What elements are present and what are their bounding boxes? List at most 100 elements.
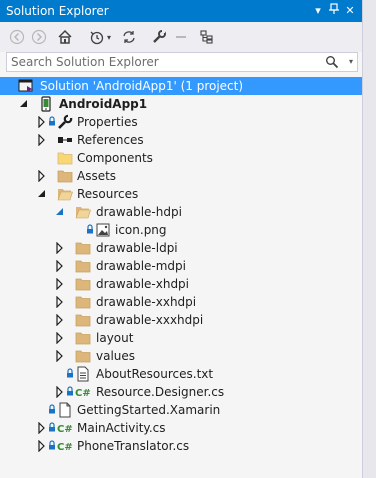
tree-node-label: Assets	[77, 169, 117, 183]
expanded-arrow-icon[interactable]	[55, 206, 65, 218]
folder-icon	[75, 296, 91, 309]
close-icon[interactable]: ✕	[342, 3, 358, 19]
tree-node-values[interactable]: values	[0, 347, 362, 365]
folder-icon	[75, 242, 91, 255]
tree-node-resources[interactable]: Resources	[0, 185, 362, 203]
tree-node-label: GettingStarted.Xamarin	[77, 403, 221, 417]
tree-node-label: layout	[96, 331, 134, 345]
collapsed-arrow-icon[interactable]	[55, 278, 65, 290]
collapsed-arrow-icon[interactable]	[55, 296, 65, 308]
lock-icon	[67, 368, 73, 378]
tree-node-drawable-ldpi[interactable]: drawable-ldpi	[0, 239, 362, 257]
lock-icon	[49, 422, 55, 432]
folder-icon	[75, 350, 91, 363]
tree-node-resource-designer[interactable]: C# Resource.Designer.cs	[0, 383, 362, 401]
folder-icon	[57, 170, 73, 183]
title-bar: Solution Explorer ▾ ✕	[0, 0, 362, 22]
collapse-all-icon[interactable]	[172, 28, 190, 46]
tree-node-label: MainActivity.cs	[77, 421, 166, 435]
search-input[interactable]	[7, 53, 331, 71]
tree-node-drawable-hdpi[interactable]: drawable-hdpi	[0, 203, 362, 221]
open-folder-icon	[57, 189, 73, 201]
lock-icon	[49, 440, 55, 450]
tree-node-solution[interactable]: Solution 'AndroidApp1' (1 project)	[0, 77, 362, 95]
collapsed-arrow-icon[interactable]	[55, 332, 65, 344]
collapsed-arrow-icon[interactable]	[55, 260, 65, 272]
tree-node-drawable-xhdpi[interactable]: drawable-xhdpi	[0, 275, 362, 293]
collapsed-arrow-icon[interactable]	[55, 386, 65, 398]
file-icon	[59, 402, 71, 418]
csharp-file-icon: C#	[57, 424, 73, 435]
collapsed-arrow-icon[interactable]	[37, 116, 47, 128]
svg-text:C#: C#	[75, 388, 91, 399]
window-title: Solution Explorer	[6, 4, 109, 18]
history-dropdown-icon[interactable]: ▾	[104, 28, 114, 46]
tree-node-about-resources[interactable]: AboutResources.txt	[0, 365, 362, 383]
forward-icon[interactable]	[30, 28, 48, 46]
tree-node-properties[interactable]: Properties	[0, 113, 362, 131]
properties-wrench-icon[interactable]	[150, 28, 168, 46]
tree-node-label: AndroidApp1	[59, 97, 148, 111]
pin-icon[interactable]	[326, 3, 342, 19]
expanded-arrow-icon[interactable]	[37, 188, 47, 200]
tree-node-label: drawable-mdpi	[96, 259, 186, 273]
tree-node-label: Resource.Designer.cs	[96, 385, 225, 399]
collapsed-arrow-icon[interactable]	[37, 170, 47, 182]
search-options-dropdown-icon[interactable]: ▾	[349, 55, 353, 69]
tree-node-label: drawable-xhdpi	[96, 277, 190, 291]
collapsed-arrow-icon[interactable]	[37, 440, 47, 452]
collapsed-arrow-icon[interactable]	[37, 134, 47, 146]
lock-icon	[87, 224, 93, 234]
android-project-icon	[41, 96, 51, 112]
tree-node-drawable-xxxhdpi[interactable]: drawable-xxxhdpi	[0, 311, 362, 329]
tree-node-label: Properties	[77, 115, 138, 129]
tree-node-label: drawable-xxxhdpi	[96, 313, 204, 327]
tree-node-label: drawable-ldpi	[96, 241, 178, 255]
image-file-icon	[96, 223, 110, 237]
tree-node-getting-started[interactable]: GettingStarted.Xamarin	[0, 401, 362, 419]
tree-node-phone-translator[interactable]: C# PhoneTranslator.cs	[0, 437, 362, 455]
open-folder-icon	[75, 207, 91, 219]
search-box: ▾	[6, 52, 358, 72]
tree-node-project[interactable]: AndroidApp1	[0, 95, 362, 113]
csharp-file-icon: C#	[57, 442, 73, 453]
tree-node-drawable-mdpi[interactable]: drawable-mdpi	[0, 257, 362, 275]
collapsed-arrow-icon[interactable]	[37, 422, 47, 434]
sync-icon[interactable]	[120, 28, 138, 46]
solution-explorer-window: Solution Explorer ▾ ✕ ▾ Search Solution …	[0, 0, 363, 478]
tree-node-label: Components	[77, 151, 153, 165]
dropdown-icon[interactable]: ▾	[310, 3, 326, 19]
text-file-icon	[77, 366, 89, 382]
tree-node-label: Resources	[77, 187, 139, 201]
toolbar: ▾	[0, 22, 362, 52]
tree-node-label: drawable-hdpi	[96, 205, 182, 219]
home-icon[interactable]	[56, 28, 74, 46]
tree-node-assets[interactable]: Assets	[0, 167, 362, 185]
search-icon[interactable]	[325, 55, 339, 72]
collapsed-arrow-icon[interactable]	[55, 314, 65, 326]
tree-node-references[interactable]: References	[0, 131, 362, 149]
tree-node-layout[interactable]: layout	[0, 329, 362, 347]
show-all-files-icon[interactable]	[198, 28, 216, 46]
tree-node-icon-png[interactable]: icon.png	[0, 221, 362, 239]
tree-node-drawable-xxhdpi[interactable]: drawable-xxhdpi	[0, 293, 362, 311]
back-icon[interactable]	[8, 28, 26, 46]
tree-node-label: AboutResources.txt	[96, 367, 214, 381]
folder-icon	[75, 314, 91, 327]
folder-icon	[57, 152, 73, 165]
tree-node-label: PhoneTranslator.cs	[77, 439, 190, 453]
collapsed-arrow-icon[interactable]	[55, 350, 65, 362]
references-icon	[58, 137, 72, 143]
folder-icon	[75, 260, 91, 273]
csharp-file-icon: C#	[75, 388, 91, 399]
folder-icon	[75, 278, 91, 291]
svg-text:C#: C#	[57, 424, 73, 435]
lock-icon	[67, 386, 73, 396]
tree-node-components[interactable]: Components	[0, 149, 362, 167]
tree-node-main-activity[interactable]: C# MainActivity.cs	[0, 419, 362, 437]
collapsed-arrow-icon[interactable]	[55, 242, 65, 254]
folder-icon	[75, 332, 91, 345]
svg-text:C#: C#	[57, 442, 73, 453]
expanded-arrow-icon[interactable]	[19, 98, 29, 110]
lock-icon	[49, 404, 55, 414]
